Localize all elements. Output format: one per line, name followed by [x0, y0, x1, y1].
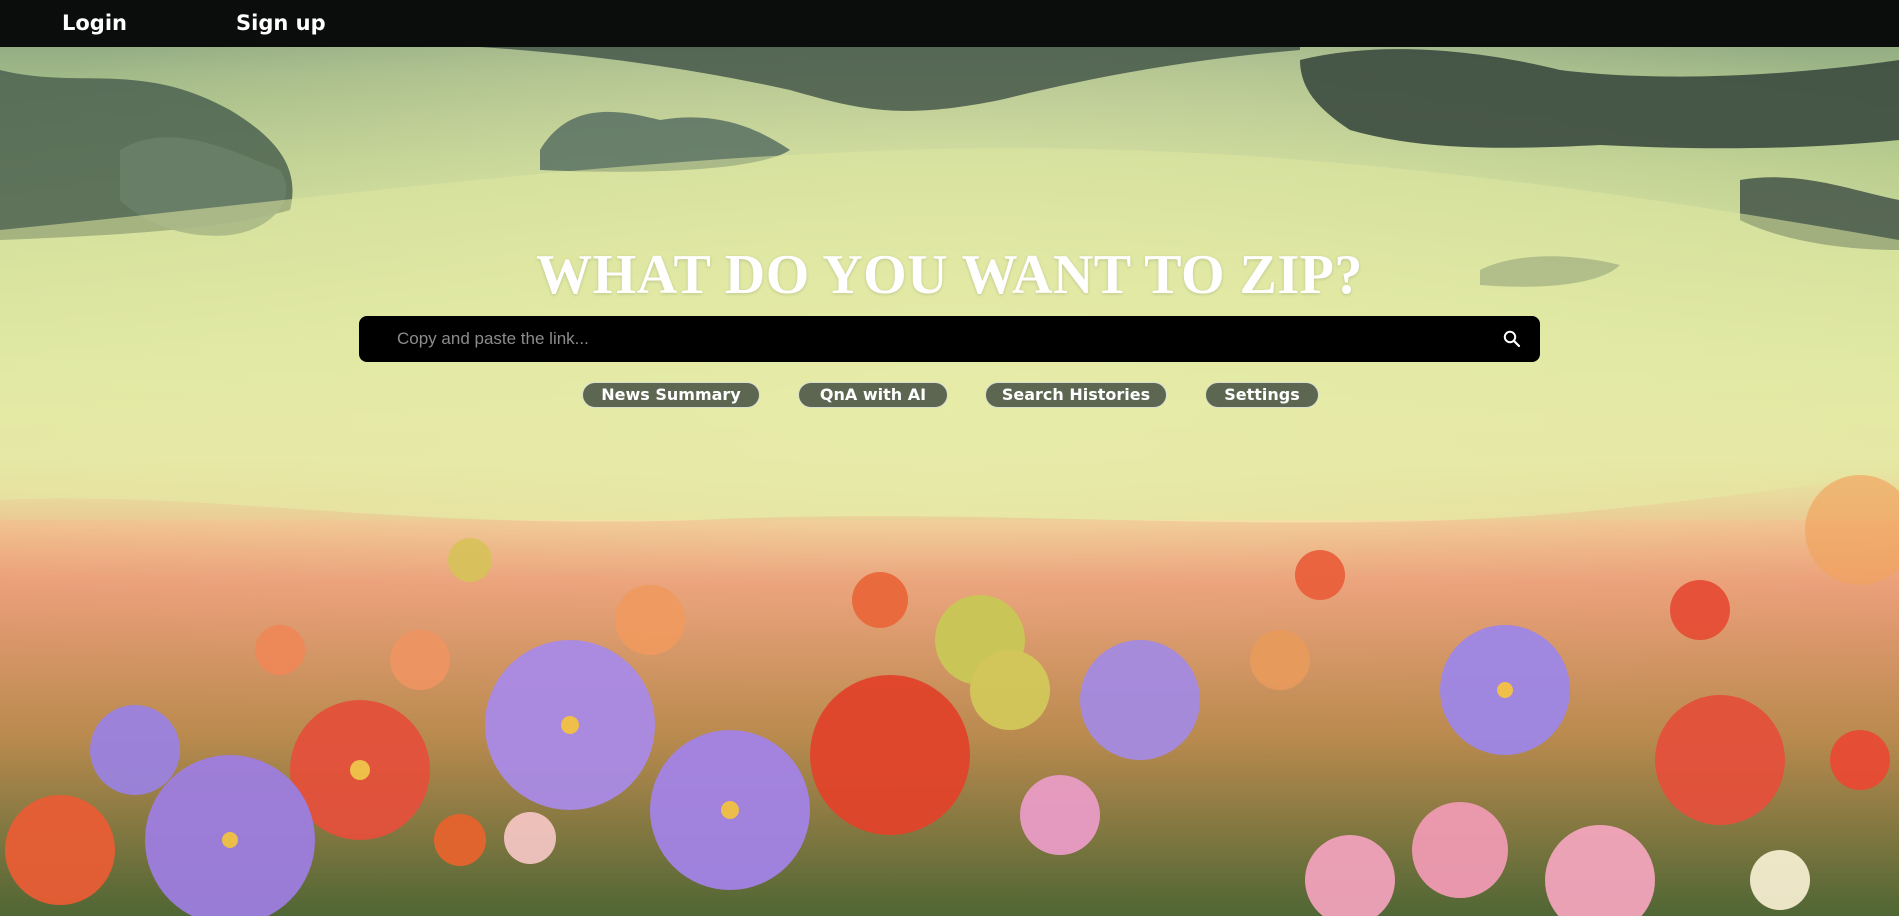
qna-with-ai-button[interactable]: QnA with AI [798, 382, 948, 408]
feature-menu: News Summary QnA with AI Search Historie… [0, 382, 1899, 408]
settings-button[interactable]: Settings [1205, 382, 1319, 408]
search-icon[interactable] [1502, 329, 1522, 349]
search-bar [359, 316, 1540, 362]
search-input[interactable] [397, 316, 1457, 362]
signup-link[interactable]: Sign up [236, 9, 326, 37]
login-link[interactable]: Login [62, 9, 127, 37]
search-histories-button[interactable]: Search Histories [985, 382, 1167, 408]
top-navigation-bar: Login Sign up [0, 0, 1899, 47]
landscape-background [0, 0, 1899, 916]
hero-title: WHAT DO YOU WANT TO ZIP? [536, 244, 1363, 306]
news-summary-button[interactable]: News Summary [582, 382, 760, 408]
page: Login Sign up WHAT DO YOU WANT TO ZIP? N… [0, 0, 1899, 916]
